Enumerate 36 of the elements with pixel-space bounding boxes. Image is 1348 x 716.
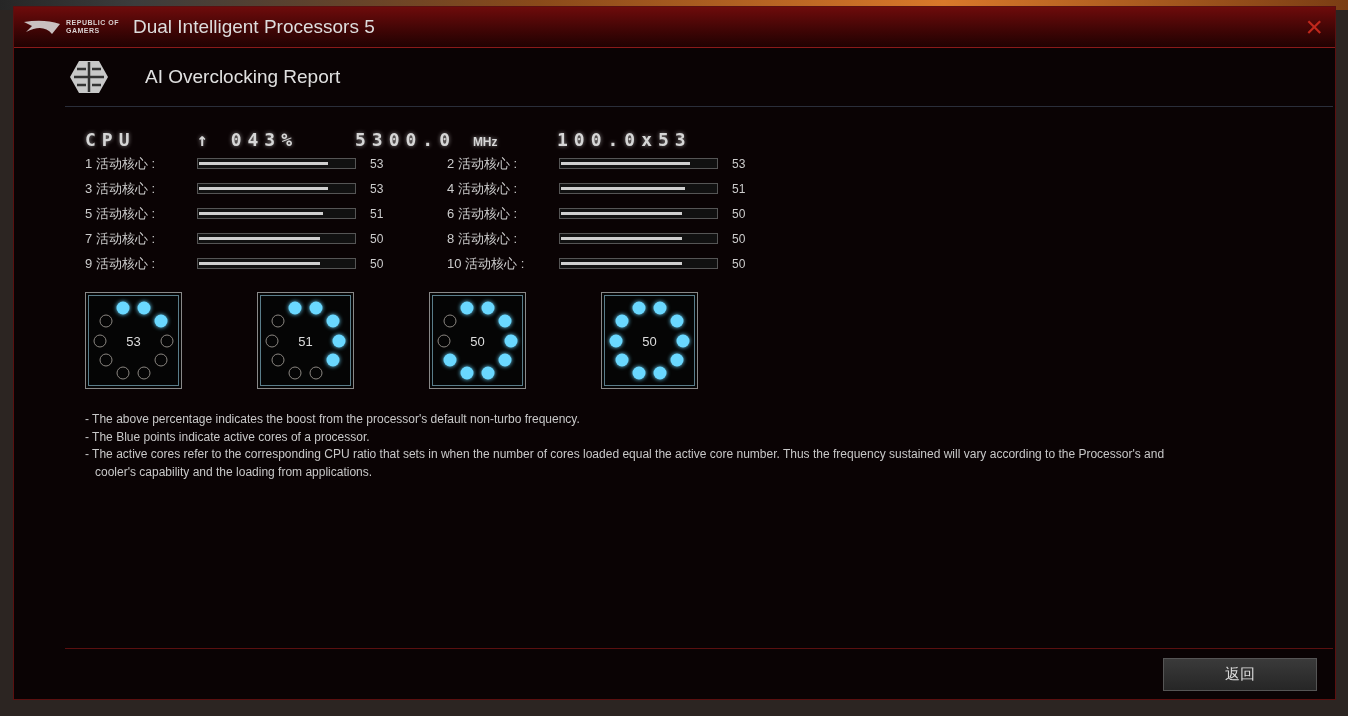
note-text: - The active cores refer to the corresponding CPU ratio that sets in when the number of cores loaded equal the active core number. Thus the frequency sustained will vary according to the Processor's and cooler's capability and the loading from applications. <box>85 446 1166 481</box>
brain-icon <box>69 59 109 95</box>
note-text: - The above percentage indicates the boost from the processor's default non-turbo frequency. <box>85 411 581 428</box>
window-title: Dual Intelligent Processors 5 <box>132 16 376 38</box>
cpu-label: CPU <box>85 129 137 150</box>
core-label: 6 活动核心 : <box>447 204 519 223</box>
core-label: 5 活动核心 : <box>85 204 157 223</box>
core-label: 3 活动核心 : <box>85 179 157 198</box>
ratio-value: 50 <box>370 231 384 246</box>
dial-value: 51 <box>298 333 313 348</box>
ratio-value: 53 <box>732 156 746 171</box>
ratio-value: 53 <box>370 156 384 171</box>
ratio-reading: 100.0x53 <box>557 129 693 150</box>
boost-reading: ↑ 043% <box>197 129 300 150</box>
ratio-value: 51 <box>732 181 746 196</box>
ratio-value: 50 <box>732 231 746 246</box>
core-label: 8 活动核心 : <box>447 229 519 248</box>
core-label: 9 活动核心 : <box>85 254 157 273</box>
ratio-value: 50 <box>370 256 384 271</box>
back-button[interactable]: 返回 <box>1163 657 1317 691</box>
report-title: AI Overclocking Report <box>145 66 341 88</box>
ratio-value: 53 <box>370 181 384 196</box>
core-label: 7 活动核心 : <box>85 229 157 248</box>
ratio-value: 50 <box>732 256 746 271</box>
core-label: 2 活动核心 : <box>447 154 519 173</box>
ratio-value: 50 <box>732 206 746 221</box>
frequency-reading: 5300.0 MHz <box>355 129 499 150</box>
dial-value: 53 <box>126 333 141 348</box>
dial-value: 50 <box>470 333 485 348</box>
core-label: 10 活动核心 : <box>447 254 526 273</box>
core-label: 1 活动核心 : <box>85 154 157 173</box>
core-label: 4 活动核心 : <box>447 179 519 198</box>
ratio-value: 51 <box>370 206 384 221</box>
note-text: - The Blue points indicate active cores of a processor. <box>85 428 371 446</box>
dial-value: 50 <box>642 333 657 348</box>
logo-icon <box>22 18 62 36</box>
